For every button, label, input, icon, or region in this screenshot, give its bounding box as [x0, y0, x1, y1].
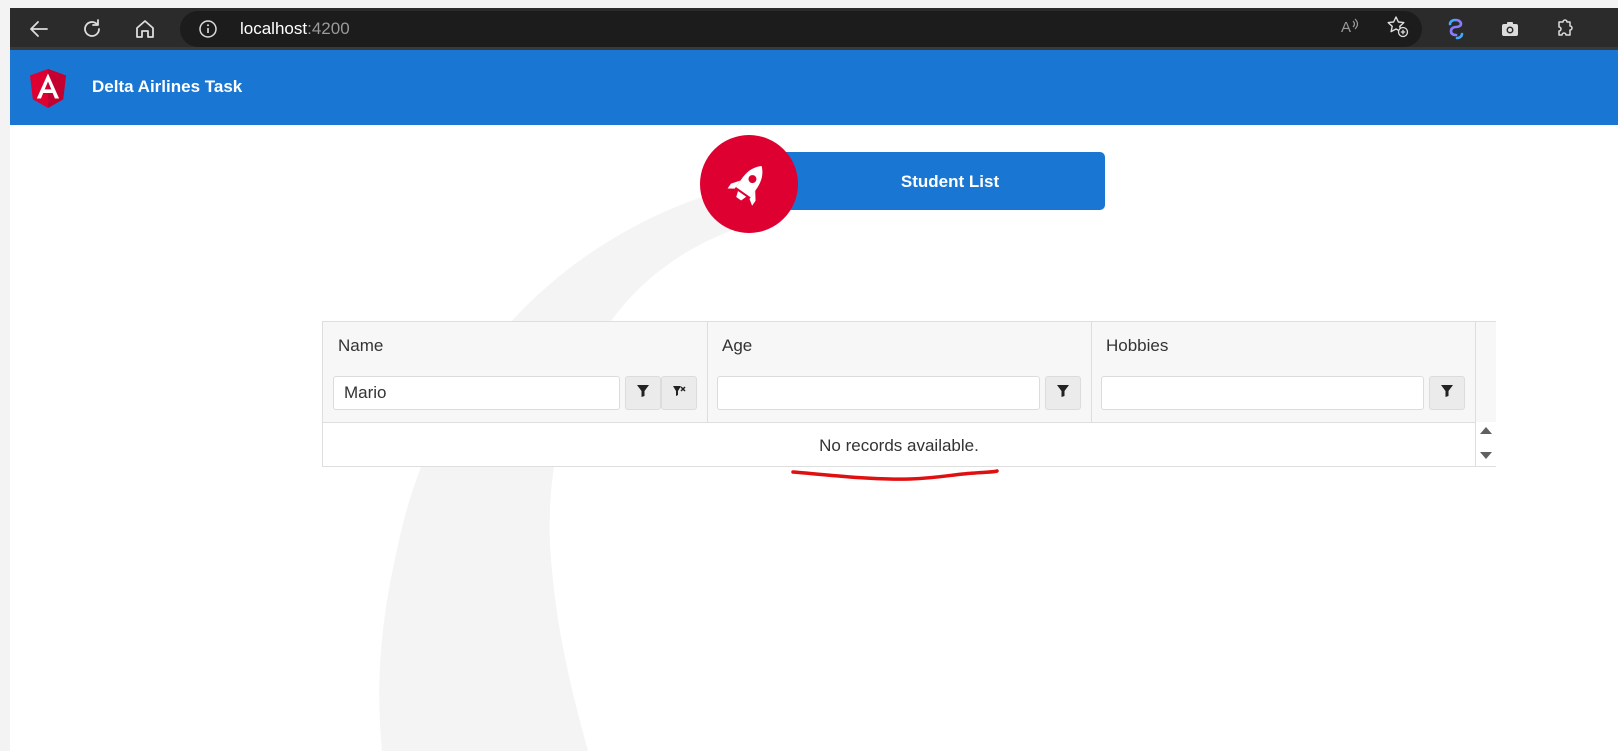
url-text: localhost:4200 [240, 19, 350, 39]
home-icon[interactable] [130, 14, 160, 44]
info-icon[interactable] [198, 19, 218, 44]
hobbies-filter-input[interactable] [1101, 376, 1424, 410]
column-header-hobbies[interactable]: Hobbies [1106, 336, 1168, 356]
url-port: :4200 [307, 19, 350, 38]
column-divider [1091, 322, 1092, 422]
student-list-label: Student List [900, 172, 1000, 191]
svg-text:A: A [1341, 19, 1351, 36]
app-title: Delta Airlines Task [92, 77, 243, 96]
grid-filter-row [323, 367, 1475, 423]
grid-scrollbar[interactable] [1475, 322, 1496, 466]
rocket-icon [700, 135, 798, 233]
student-grid: Name Age Hobbies No records available. [322, 321, 1496, 467]
empty-grid-message: No records available. [819, 436, 979, 455]
refresh-icon[interactable] [77, 14, 107, 44]
back-arrow-icon[interactable] [24, 14, 54, 44]
red-annotation-underline [791, 469, 999, 481]
favorite-add-icon[interactable] [1385, 14, 1409, 38]
column-header-name[interactable]: Name [338, 336, 383, 356]
column-divider [707, 322, 708, 422]
page-frame: localhost:4200 A Delta Airlines Task Stu… [10, 8, 1618, 751]
grid-header-row: Name Age Hobbies [323, 322, 1475, 368]
screenshot-icon[interactable] [1498, 17, 1522, 41]
student-list-button[interactable]: Student List [745, 152, 1105, 210]
filter-icon [636, 384, 650, 403]
address-bar[interactable]: localhost:4200 A [180, 11, 1422, 47]
scroll-up-arrow-icon[interactable] [1480, 427, 1492, 434]
url-host: localhost [240, 19, 308, 38]
column-header-age[interactable]: Age [722, 336, 752, 356]
browser-toolbar: localhost:4200 A [10, 8, 1618, 50]
name-filter-input[interactable] [333, 376, 620, 410]
name-filter-button[interactable] [625, 376, 661, 410]
copilot-icon[interactable] [1444, 17, 1468, 41]
hobbies-filter-button[interactable] [1429, 376, 1465, 410]
scroll-down-arrow-icon[interactable] [1480, 452, 1492, 459]
filter-icon [1440, 384, 1454, 403]
name-clear-filter-button[interactable] [661, 376, 697, 410]
extensions-icon[interactable] [1552, 17, 1576, 41]
read-aloud-icon[interactable]: A [1338, 14, 1362, 38]
filter-icon [1056, 384, 1070, 403]
angular-logo-icon [28, 68, 68, 115]
clear-filter-icon [671, 383, 687, 404]
age-filter-button[interactable] [1045, 376, 1081, 410]
age-filter-input[interactable] [717, 376, 1040, 410]
app-toolbar: Delta Airlines Task [10, 50, 1618, 125]
